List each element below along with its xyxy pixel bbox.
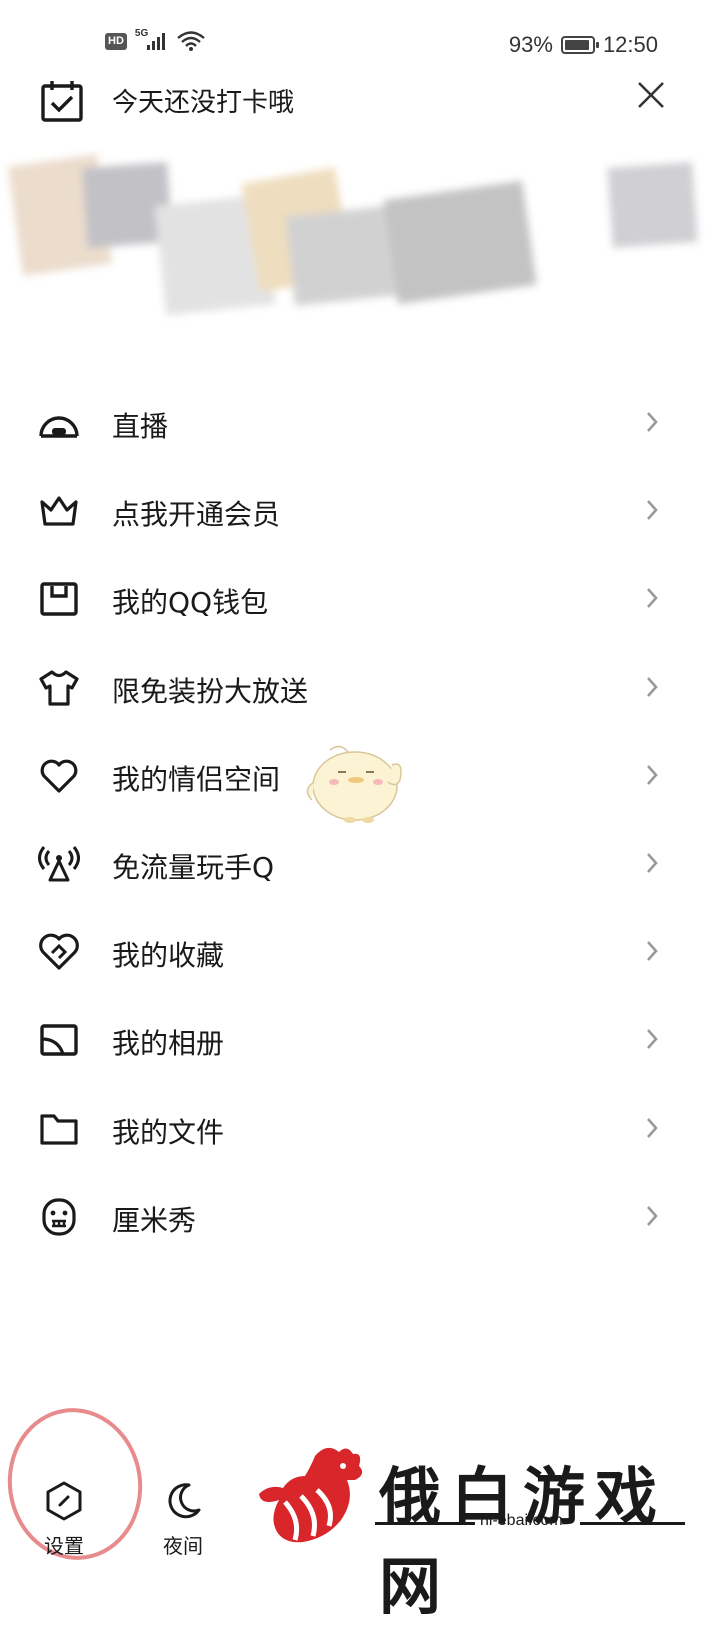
settings-label: 设置 <box>44 1534 84 1558</box>
wallet-icon <box>40 582 78 617</box>
status-left: HD 5G <box>105 27 206 52</box>
tshirt-icon <box>39 669 79 706</box>
rooster-logo-icon <box>259 1447 363 1543</box>
menu-item-files[interactable]: 我的文件 <box>0 1084 720 1172</box>
hd-badge: HD <box>105 32 127 50</box>
banner-brushstrokes <box>7 154 698 316</box>
chick-mascot-icon <box>306 745 402 823</box>
chevron-right-icon <box>647 1205 658 1226</box>
menu-item-outfit[interactable]: 限免装扮大放送 <box>0 643 720 731</box>
menu-item-label: 免流量玩手Q <box>112 850 275 884</box>
chevron-right-icon <box>647 764 658 785</box>
battery-percent: 93% <box>508 32 553 57</box>
chevron-right-icon <box>647 853 658 873</box>
network-type: 5G <box>134 27 149 39</box>
chevron-right-icon <box>647 588 658 609</box>
menu-item-wallet[interactable]: 我的QQ钱包 <box>0 554 720 642</box>
live-icon <box>39 416 79 438</box>
profile-banner <box>0 125 720 360</box>
signal-tower-icon <box>38 845 80 882</box>
favorite-icon <box>39 933 79 970</box>
watermark-line-right <box>580 1522 685 1525</box>
menu-item-label: 点我开通会员 <box>112 498 281 532</box>
menu-item-label: 我的收藏 <box>112 939 225 973</box>
chevron-right-icon <box>647 941 658 961</box>
menu-item-label: 我的文件 <box>112 1115 225 1149</box>
settings-button[interactable]: 设置 <box>36 1480 92 1559</box>
moon-icon <box>168 1483 201 1519</box>
wifi-icon <box>177 31 206 51</box>
watermark-domain: hi-ebai.com <box>480 1512 563 1529</box>
watermark-line-left <box>375 1522 475 1525</box>
crown-icon <box>40 496 78 526</box>
status-bar: HD 5G 93% 12:50 <box>0 0 720 80</box>
album-icon <box>40 1024 78 1057</box>
menu-item-free-data[interactable]: 免流量玩手Q <box>0 819 720 907</box>
close-icon[interactable] <box>636 80 666 110</box>
watermark-title: 俄白游戏网 <box>379 1460 668 1623</box>
menu-item-label: 我的相册 <box>112 1027 225 1061</box>
status-right: 93% 12:50 <box>509 32 658 58</box>
night-mode-label: 夜间 <box>163 1534 203 1558</box>
clock: 12:50 <box>602 32 658 57</box>
menu-item-label: 限免装扮大放送 <box>112 674 309 708</box>
menu-item-label: 我的QQ钱包 <box>112 586 269 620</box>
chevron-right-icon <box>647 676 658 697</box>
battery-fill <box>564 40 589 50</box>
menu-item-album[interactable]: 我的相册 <box>0 995 720 1083</box>
watermark: 俄白游戏网 hi-ebai.com <box>255 1440 695 1623</box>
menu-item-cmshow[interactable]: 厘米秀 <box>0 1172 720 1260</box>
menu-item-label: 直播 <box>112 410 169 443</box>
heart-icon <box>40 759 78 793</box>
chevron-right-icon <box>647 500 658 521</box>
menu-item-favorites[interactable]: 我的收藏 <box>0 907 720 995</box>
menu-item-label: 我的情侣空间 <box>112 762 281 796</box>
menu-item-live[interactable]: 直播 <box>0 378 720 466</box>
menu-item-vip[interactable]: 点我开通会员 <box>0 466 720 554</box>
checkin-bar[interactable]: 今天还没打卡哦 <box>40 74 680 124</box>
folder-icon <box>40 1113 78 1145</box>
battery-icon <box>560 36 599 54</box>
chevron-right-icon <box>647 1117 658 1138</box>
chevron-right-icon <box>647 1029 658 1050</box>
chevron-right-icon <box>647 412 658 432</box>
settings-hexagon-icon <box>46 1481 82 1521</box>
menu-item-label: 厘米秀 <box>112 1203 197 1237</box>
checkin-title: 今天还没打卡哦 <box>112 88 295 118</box>
calendar-check-icon <box>41 81 83 122</box>
cmshow-face-icon <box>42 1198 76 1236</box>
night-mode-button[interactable]: 夜间 <box>155 1480 211 1559</box>
cellular-signal-icon <box>147 33 166 50</box>
